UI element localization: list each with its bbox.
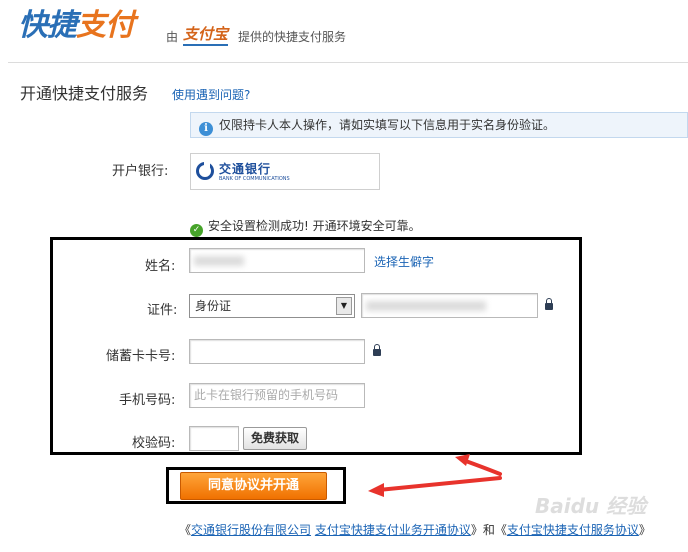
arrow-to-submit	[368, 476, 502, 497]
alipay-kuaijie-agreement-link[interactable]: 支付宝快捷支付业务开通协议	[315, 523, 471, 537]
annotation-arrows	[368, 454, 502, 497]
agreements-mid: 》和《	[470, 523, 507, 537]
agreements-prefix: 《	[179, 523, 192, 537]
bank-agreement-link[interactable]: 交通银行股份有限公司	[191, 523, 311, 537]
agreements-line: 《交通银行股份有限公司 支付宝快捷支付业务开通协议》和《支付宝快捷支付服务协议》	[179, 521, 651, 538]
agreements-suffix: 》	[638, 523, 651, 537]
alipay-service-agreement-link[interactable]: 支付宝快捷支付服务协议	[507, 523, 639, 537]
baidu-watermark: Baidu 经验	[535, 494, 647, 518]
arrow-to-form	[455, 454, 502, 476]
